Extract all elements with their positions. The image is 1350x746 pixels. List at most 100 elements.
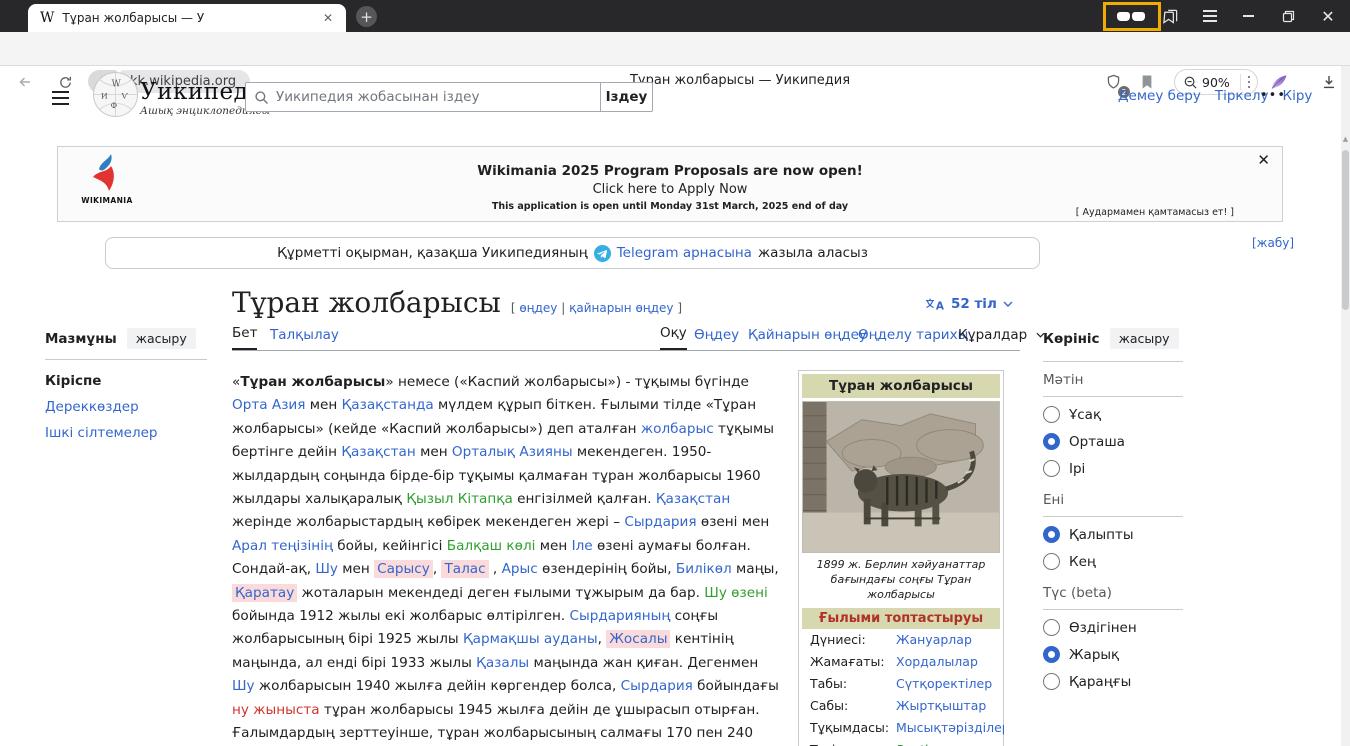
wikilink[interactable]: Сырдария [621,678,693,694]
wikipedia-favicon: W [40,10,54,26]
taxonomy-row: Тегі:Panthera [802,739,1000,746]
wikilink[interactable]: Шу [232,678,255,694]
radio-option[interactable]: Ірі [1043,455,1183,482]
language-selector[interactable]: A 52 тіл [925,296,1013,312]
svg-text:Ф: Ф [111,101,118,110]
tiger-photo[interactable] [802,401,1000,553]
taxonomy-value-link[interactable]: Жануарлар [896,632,972,648]
wikilink[interactable]: ну жыныста [232,702,320,718]
search-button[interactable]: Іздеу [600,82,653,112]
wikilink[interactable]: Орталық Азияны [452,444,573,460]
wikilink[interactable]: Іле [572,538,593,554]
radio-button[interactable] [1043,526,1060,543]
divider [1043,516,1183,517]
radio-option[interactable]: Жарық [1043,641,1183,668]
search-input[interactable]: Уикипедия жобасынан іздеу [245,82,601,112]
main-menu-icon[interactable] [48,87,73,109]
banner-translate-link[interactable]: [ Аудармамен қамтамасыз ет! ] [1076,207,1234,218]
tab-close-icon[interactable]: ✕ [318,8,338,28]
wikilink[interactable]: Шу [315,561,338,577]
radio-button[interactable] [1043,619,1060,636]
wikilink[interactable]: Қаратау [232,584,297,602]
login-link[interactable]: Кіру [1282,88,1312,104]
appearance-hide-button[interactable]: жасыру [1110,328,1179,349]
wikilink[interactable]: Орта Азия [232,397,305,413]
tab-tools[interactable]: Құралдар [958,327,1045,350]
taxonomy-value-link[interactable]: Сүтқоректілер [896,676,992,692]
tab-history[interactable]: Өңделу тарихы [858,327,968,350]
radio-option[interactable]: Ұсақ [1043,401,1183,428]
text: маңы, [732,561,779,577]
tab-edit-source[interactable]: Қайнарын өңдеу [748,327,867,350]
radio-option[interactable]: Өздігінен [1043,614,1183,641]
edit-link[interactable]: өңдеу [519,301,557,315]
wikilink[interactable]: Балқаш көлі [447,538,536,554]
back-icon[interactable] [12,69,38,95]
browser-tab[interactable]: W Тұран жолбарысы — У ✕ [28,4,346,32]
wikilink[interactable]: Қазалы [476,655,529,671]
tab-read[interactable]: Оқу [660,325,687,350]
radio-option[interactable]: Кең [1043,548,1183,575]
scrollbar-thumb[interactable] [1342,150,1349,310]
wikilink[interactable]: жолбарыс [641,421,714,437]
tab-edit[interactable]: Өңдеу [694,327,739,350]
donate-link[interactable]: Демеу беру [1118,88,1201,104]
wikilink[interactable]: Сарысу [374,560,433,578]
radio-button[interactable] [1043,553,1060,570]
taxonomy-value-link[interactable]: Жыртқыштар [896,698,986,714]
radio-button[interactable] [1043,646,1060,663]
wikilink[interactable]: Арыс [502,561,538,577]
minimize-icon[interactable] [1228,0,1268,32]
taxonomy-value-link[interactable]: Panthera [896,742,952,746]
wikilink[interactable]: Қазақстанда [342,397,434,413]
radio-label: Жарық [1069,647,1119,663]
wikipedia-logo[interactable]: W И Ѵ Ф [92,71,139,118]
text: бойы, кейінгісі [333,538,447,554]
wikilink[interactable]: Талас [441,560,488,578]
menu-icon[interactable] [1190,0,1230,32]
toc-item[interactable]: Ішкі сілтемелер [45,420,207,446]
wikilink[interactable]: Сырдарияның [569,608,670,624]
toc-item[interactable]: Дереккөздер [45,394,207,420]
wikilink[interactable]: Жосалы [606,630,670,648]
wikilink[interactable]: Сырдария [624,514,696,530]
article-title: Тұран жолбарысы [232,286,501,319]
wikilink[interactable]: Шу өзені [704,585,767,601]
wikilink[interactable]: Қармақшы ауданы [463,631,598,647]
tab-page[interactable]: Бет [232,325,257,350]
banner-close-icon[interactable]: ✕ [1253,149,1274,171]
edit-source-link[interactable]: қайнарын өңдеу [569,301,673,315]
header-more-icon[interactable]: ••• [1260,88,1286,103]
radio-option[interactable]: Орташа [1043,428,1183,455]
telegram-channel-link[interactable]: Telegram арнасына [617,245,752,261]
scrollbar-up-arrow[interactable]: ▲ [1341,133,1350,145]
table-of-contents: Мазмұны жасыру КіріспеДереккөздерІшкі сі… [45,328,207,446]
wikilink[interactable]: Қазақстан [656,491,730,507]
radio-button[interactable] [1043,406,1060,423]
page-scrollbar[interactable]: ▲ [1341,66,1350,746]
banner-apply-link[interactable]: Click here to Apply Now [58,182,1282,197]
toc-item[interactable]: Кіріспе [45,368,207,394]
restore-icon[interactable] [1268,0,1308,32]
taxonomy-value-link[interactable]: Хордалылар [896,654,978,670]
window-close-icon[interactable]: ✕ [1308,0,1348,32]
taxonomy-value-link[interactable]: Мысықтәрізділер [896,720,1004,736]
toc-hide-button[interactable]: жасыру [127,328,196,349]
wikilink[interactable]: Билікөл [676,561,732,577]
new-tab-button[interactable]: + [356,6,377,27]
radio-button[interactable] [1043,433,1060,450]
tab-group-icon[interactable] [1150,0,1190,32]
telegram-close-link[interactable]: [жабу] [1252,236,1294,250]
inprivate-glasses-icon[interactable] [1111,0,1151,32]
radio-button[interactable] [1043,673,1060,690]
wikilink[interactable]: Қызыл Кітапқа [406,491,512,507]
tab-talk[interactable]: Талқылау [270,327,339,350]
radio-button[interactable] [1043,460,1060,477]
downloads-icon[interactable] [1316,69,1342,95]
radio-option[interactable]: Қалыпты [1043,521,1183,548]
wikimania-banner[interactable]: WIKIMANIA Wikimania 2025 Program Proposa… [57,146,1283,222]
wikilink[interactable]: Қазақстан [341,444,415,460]
svg-text:W: W [112,80,122,90]
radio-option[interactable]: Қараңғы [1043,668,1183,695]
wikilink[interactable]: Арал теңізінің [232,538,333,554]
